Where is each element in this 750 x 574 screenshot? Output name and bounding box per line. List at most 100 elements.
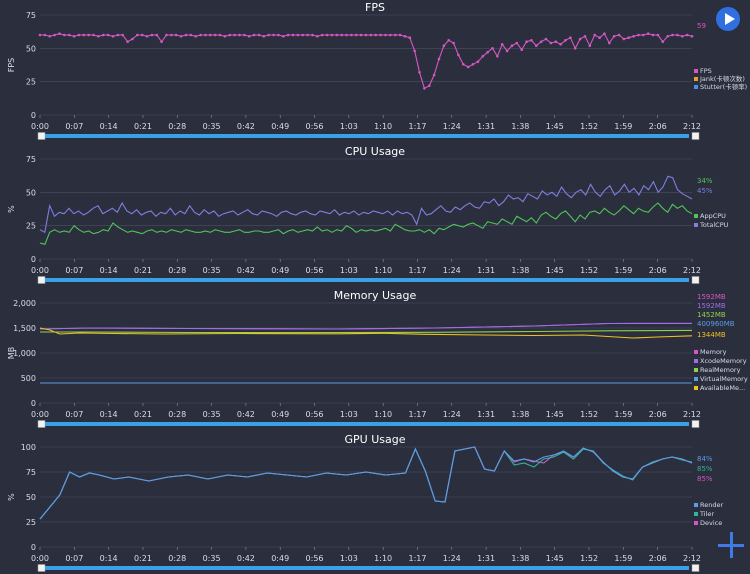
data-point xyxy=(136,33,139,37)
data-point xyxy=(189,33,193,37)
legend-swatch xyxy=(694,77,698,81)
data-point xyxy=(131,37,134,41)
data-point xyxy=(539,40,543,43)
x-tick-label: 0:28 xyxy=(168,266,186,275)
data-point xyxy=(593,33,596,37)
legend-label[interactable]: VirtualMemory xyxy=(700,375,748,383)
data-point xyxy=(116,33,120,37)
x-tick-label: 0:56 xyxy=(306,410,324,419)
range-slider-handle-left[interactable] xyxy=(37,132,46,140)
add-icon[interactable] xyxy=(718,532,744,558)
x-tick-label: 0:21 xyxy=(134,266,152,275)
x-tick-label: 0:49 xyxy=(271,554,289,563)
legend-label[interactable]: AvailableMe... xyxy=(700,384,745,392)
y-tick-label: 50 xyxy=(26,188,36,197)
data-point xyxy=(500,43,504,46)
x-tick-label: 0:07 xyxy=(65,554,83,563)
legend-label[interactable]: TotalCPU xyxy=(699,221,729,229)
legend-label[interactable]: Memory xyxy=(700,348,727,356)
data-point xyxy=(452,41,455,45)
legend-label[interactable]: FPS xyxy=(700,67,712,75)
y-tick-label: 75 xyxy=(26,468,36,477)
x-tick-label: 0:14 xyxy=(100,122,118,131)
data-point xyxy=(301,33,305,37)
data-point xyxy=(666,35,669,38)
last-value-label: 1344MB xyxy=(697,331,726,339)
x-tick-label: 1:59 xyxy=(614,410,632,419)
x-tick-label: 0:35 xyxy=(203,122,221,131)
data-point xyxy=(369,33,373,37)
range-slider-handle-right[interactable] xyxy=(691,564,700,572)
data-point xyxy=(447,39,451,42)
data-point xyxy=(165,33,168,37)
x-tick-label: 1:10 xyxy=(374,410,392,419)
data-point xyxy=(612,35,616,38)
data-point xyxy=(106,33,110,37)
data-point xyxy=(277,33,280,37)
series-line-availablememory xyxy=(39,327,693,339)
data-point xyxy=(345,33,348,37)
data-point xyxy=(77,33,81,37)
data-point xyxy=(359,33,363,37)
range-slider-handle-right[interactable] xyxy=(691,132,700,140)
data-point xyxy=(247,35,251,38)
legend-label[interactable]: Stutter(卡顿率) xyxy=(700,82,747,91)
legend-label[interactable]: Device xyxy=(700,519,722,527)
x-tick-label: 1:38 xyxy=(511,122,529,131)
range-slider-handle-left[interactable] xyxy=(37,276,46,284)
range-slider-track[interactable] xyxy=(44,566,689,570)
range-slider-track[interactable] xyxy=(44,134,689,138)
last-value-label: 45% xyxy=(697,187,713,195)
x-tick-label: 0:28 xyxy=(168,554,186,563)
data-point xyxy=(82,33,86,37)
x-tick-label: 1:03 xyxy=(340,554,358,563)
legend-label[interactable]: RealMemory xyxy=(700,366,741,374)
data-point xyxy=(121,33,124,37)
x-tick-label: 0:42 xyxy=(237,554,255,563)
data-point xyxy=(320,33,324,37)
data-point xyxy=(228,33,232,37)
data-point xyxy=(632,35,635,38)
data-point xyxy=(291,33,295,37)
x-tick-label: 1:45 xyxy=(546,410,564,419)
x-tick-label: 0:00 xyxy=(31,554,49,563)
x-tick-label: 1:03 xyxy=(340,122,358,131)
x-tick-label: 1:24 xyxy=(443,554,461,563)
x-tick-label: 1:31 xyxy=(477,554,495,563)
data-point xyxy=(389,33,392,37)
legend-label[interactable]: Tiler xyxy=(699,510,714,518)
legend-label[interactable]: Render xyxy=(700,501,723,509)
data-point xyxy=(578,37,582,41)
range-slider-track[interactable] xyxy=(44,278,689,282)
x-tick-label: 1:31 xyxy=(477,122,495,131)
play-button[interactable] xyxy=(716,7,740,31)
range-slider-handle-right[interactable] xyxy=(691,420,700,428)
legend-label[interactable]: AppCPU xyxy=(700,212,726,220)
range-slider-handle-left[interactable] xyxy=(37,564,46,572)
legend-label[interactable]: XcodeMemory xyxy=(700,357,747,365)
data-point xyxy=(617,33,621,37)
data-point xyxy=(481,55,485,58)
data-point xyxy=(262,35,266,38)
y-tick-label: 0 xyxy=(31,399,36,408)
x-tick-label: 0:14 xyxy=(100,554,118,563)
legend-swatch xyxy=(694,350,698,354)
data-point xyxy=(204,33,207,37)
data-point xyxy=(428,84,431,87)
data-point xyxy=(525,40,528,43)
data-point xyxy=(155,33,159,37)
range-slider-track[interactable] xyxy=(44,422,689,426)
data-point xyxy=(515,41,519,45)
x-tick-label: 1:52 xyxy=(580,122,598,131)
data-point xyxy=(92,33,95,37)
last-value-label: 84% xyxy=(697,455,713,463)
data-point xyxy=(656,33,660,37)
legend-label[interactable]: Jank(卡顿次数) xyxy=(699,74,745,83)
legend-swatch xyxy=(694,368,698,372)
legend-swatch xyxy=(694,377,698,381)
range-slider-handle-right[interactable] xyxy=(691,276,700,284)
range-slider-handle-left[interactable] xyxy=(37,420,46,428)
data-point xyxy=(87,33,90,37)
last-value-label: 1452MB xyxy=(697,311,726,319)
data-point xyxy=(598,36,601,39)
